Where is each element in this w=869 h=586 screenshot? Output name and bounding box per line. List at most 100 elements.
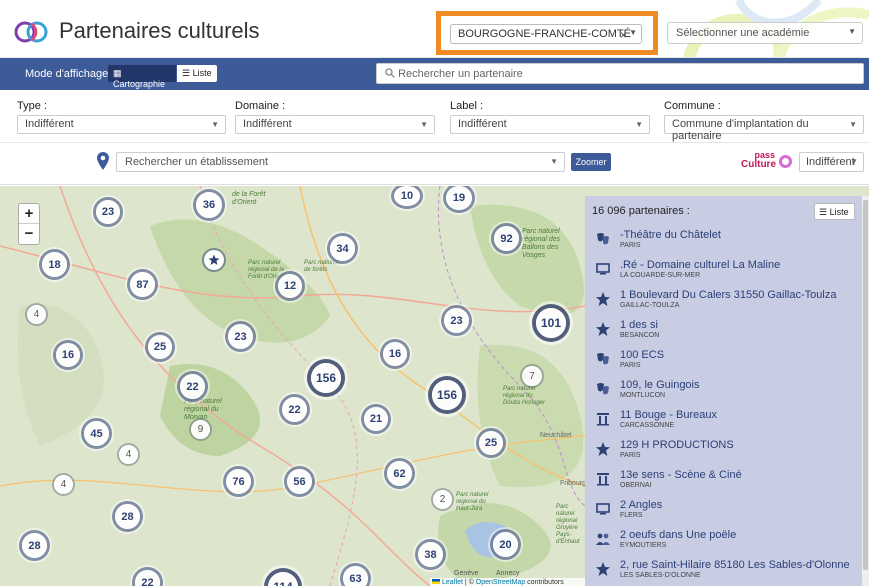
commune-filter-select[interactable]: Commune d'implantation du partenaire ▼ [664,115,864,142]
zoom-to-establishment-button[interactable]: Zoomer [571,153,611,171]
map-cluster-marker[interactable]: 4 [27,305,46,324]
map-cluster-marker[interactable]: 12 [278,274,302,298]
partner-list-item[interactable]: -Théâtre du Châtelet PARIS [585,224,862,254]
partner-name: 11 Bouge - Bureaux [620,409,718,421]
leaflet-link[interactable]: Leaflet [442,579,463,586]
map-cluster-marker[interactable]: 92 [494,226,519,251]
partner-city: CARCASSONNE [620,422,675,429]
theater-masks-icon [597,383,609,395]
partner-list-item[interactable]: 109, le Guingois MONTLUCON [585,374,862,404]
chevron-down-icon: ▼ [850,157,858,166]
map-cluster-marker[interactable]: 25 [479,431,503,455]
map-cluster-marker[interactable]: 25 [148,335,172,359]
place-label: Parc naturel régional du Doubs Horloger [503,386,546,406]
chevron-down-icon: ▼ [635,120,643,129]
map-cluster-marker[interactable]: 45 [84,421,109,446]
map-cluster-marker[interactable]: 34 [330,236,355,261]
region-select-value: BOURGOGNE-FRANCHE-COMTÉ [458,28,631,40]
map-zoom-control: + − [18,203,40,245]
partner-name: 129 H PRODUCTIONS [620,439,734,451]
region-select[interactable]: BOURGOGNE-FRANCHE-COMTÉ × ▼ [450,24,642,44]
map-cluster-marker[interactable]: 16 [383,342,407,366]
map-cluster-marker[interactable]: 23 [228,324,253,349]
map-cluster-marker[interactable]: 22 [180,374,205,399]
map-cluster-marker[interactable]: 2 [433,490,452,509]
academy-select[interactable]: Sélectionner une académie ▼ [667,22,863,44]
commune-filter-label: Commune : [664,100,721,112]
map-cluster-marker[interactable]: 9 [191,420,210,439]
map-cluster-marker[interactable]: 18 [42,252,67,277]
panel-list-label: Liste [829,207,849,217]
star-icon [596,442,610,456]
map-cluster-marker[interactable]: 10 [394,186,420,206]
commune-filter-value: Commune d'implantation du partenaire [672,118,809,142]
partner-city: PARIS [620,452,641,459]
map-cluster-marker[interactable]: 21 [364,407,388,431]
list-icon: ☰ [819,207,828,217]
map-cluster-marker[interactable]: 76 [226,469,251,494]
map-cluster-marker[interactable]: 28 [22,533,47,558]
map-icon: ▦ [113,68,122,78]
partner-city: EYMOUTIERS [620,542,667,549]
partner-list-item[interactable]: 129 H PRODUCTIONS PARIS [585,434,862,464]
list-mode-button[interactable]: ☰ Liste [177,65,217,82]
map-cluster-marker[interactable]: 20 [493,532,518,557]
place-label: Parc naturel régional des Ballons des Vo… [522,228,561,259]
map-cluster-marker[interactable]: 156 [432,380,462,410]
pass-culture-logo-line2: Culture [741,159,776,170]
map-cluster-marker[interactable]: 16 [56,343,80,367]
map-cluster-marker[interactable]: 87 [130,272,155,297]
theater-masks-icon [597,233,609,245]
zoom-in-button[interactable]: + [19,204,39,224]
partners-list-panel: 16 096 partenaires : ☰ Liste -Théâtre du… [585,196,862,586]
partner-list-item[interactable]: 13e sens - Scène & Ciné OBERNAI [585,464,862,494]
partner-list-item[interactable]: 11 Bouge - Bureaux CARCASSONNE [585,404,862,434]
partner-list-item[interactable]: .Ré - Domaine culturel La Maline LA COUA… [585,254,862,284]
map-cluster-marker[interactable]: 63 [343,566,368,586]
partner-list-item[interactable]: 1 des si BESANCON [585,314,862,344]
domain-filter-select[interactable]: Indifférent ▼ [235,115,435,134]
map-cluster-marker[interactable]: 38 [418,542,443,567]
partner-list-item[interactable]: 2 Angles FLERS [585,494,862,524]
openstreetmap-link[interactable]: OpenStreetMap [476,579,525,586]
partner-list-item[interactable]: 100 ECS PARIS [585,344,862,374]
partner-city: PARIS [620,242,641,249]
clear-icon[interactable]: × [620,28,627,42]
partner-search-input[interactable]: Rechercher un partenaire [376,63,864,84]
star-icon [596,322,610,336]
map-cluster-marker[interactable]: 156 [311,363,341,393]
establishment-search-select[interactable]: Rechercher un établissement ▼ [116,152,565,172]
map-cluster-marker[interactable]: 36 [196,192,222,218]
map-single-marker[interactable] [204,250,224,270]
partner-name: 1 Boulevard Du Calers 31550 Gaillac-Toul… [620,289,837,301]
partner-list-item[interactable]: 1 Boulevard Du Calers 31550 Gaillac-Toul… [585,284,862,314]
map-cluster-marker[interactable]: 4 [54,475,73,494]
partner-list-item[interactable]: 2 oeufs dans Une poële EYMOUTIERS [585,524,862,554]
zoom-out-button[interactable]: − [19,224,39,244]
partner-list-item[interactable]: 2, rue Saint-Hilaire 85180 Les Sables-d'… [585,554,862,584]
map-cluster-marker[interactable]: 7 [522,366,542,386]
domain-filter-label: Domaine : [235,100,286,112]
place-label: Annecy [496,570,520,577]
pass-culture-select[interactable]: Indifférent ▼ [799,152,864,172]
map-cluster-marker[interactable]: 56 [287,469,312,494]
panel-scrollbar-thumb[interactable] [863,200,868,570]
list-mode-label: Liste [192,68,212,78]
label-filter-select[interactable]: Indifférent ▼ [450,115,650,134]
partner-name: 2 oeufs dans Une poële [620,529,737,541]
map-cluster-marker[interactable]: 23 [96,200,120,224]
map-cluster-marker[interactable]: 101 [536,308,566,338]
place-label: Parc naturel régional du Morvan [184,398,222,421]
map-cluster-marker[interactable]: 28 [115,504,140,529]
map-cluster-marker[interactable]: 19 [446,186,472,210]
panel-list-button[interactable]: ☰ Liste [814,203,855,220]
attribution-suffix: contributors [525,579,564,586]
map-cluster-marker[interactable]: 23 [444,308,469,333]
cartography-mode-button[interactable]: ▦ Cartographie [108,65,176,89]
type-filter-select[interactable]: Indifférent ▼ [17,115,226,134]
map-cluster-marker[interactable]: 22 [282,397,307,422]
map-cluster-marker[interactable]: 62 [387,461,412,486]
chevron-down-icon: ▼ [420,120,428,129]
place-label: Neuchâtel [540,432,572,439]
map-cluster-marker[interactable]: 4 [119,445,138,464]
